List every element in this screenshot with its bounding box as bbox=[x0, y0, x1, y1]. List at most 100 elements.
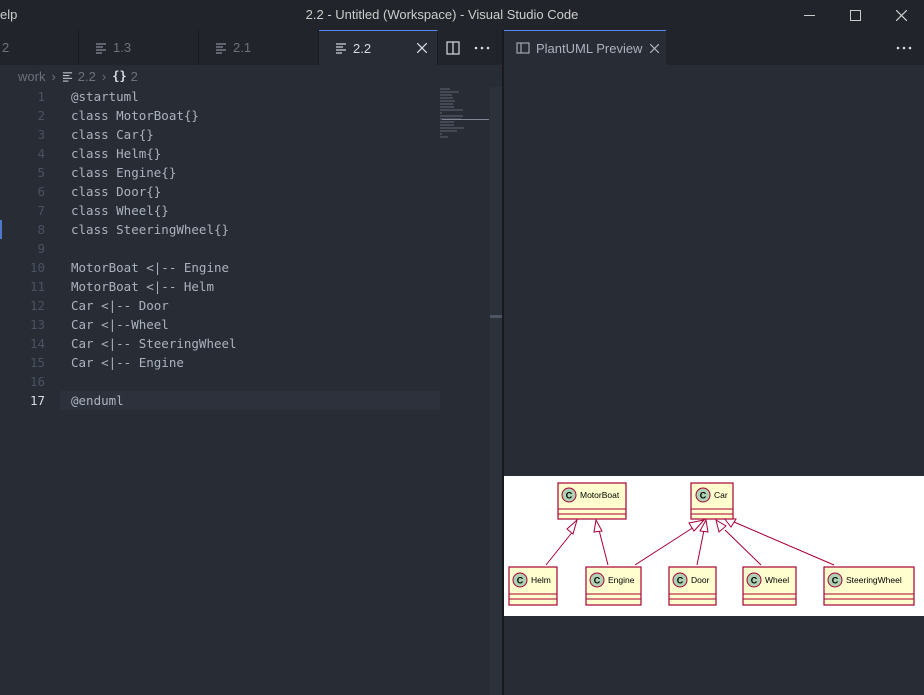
edge-wheel-car bbox=[724, 529, 762, 566]
uml-class-wheel: C Wheel bbox=[742, 566, 797, 606]
line-number: 6 bbox=[37, 184, 45, 199]
edge-engine-car bbox=[634, 526, 695, 566]
line-number: 13 bbox=[29, 317, 45, 332]
lines-file-icon bbox=[96, 42, 106, 54]
uml-class-helm: C Helm bbox=[508, 566, 558, 606]
arrowhead-helm bbox=[566, 518, 578, 535]
tab-1-3[interactable]: 1.3 bbox=[79, 30, 199, 65]
uml-class-door: C Door bbox=[668, 566, 717, 606]
close-tab-button[interactable] bbox=[650, 41, 660, 56]
edge-door-car bbox=[696, 529, 705, 566]
tab-2[interactable]: 2 bbox=[0, 30, 79, 65]
line-number: 16 bbox=[29, 374, 45, 389]
tab-label: 1.3 bbox=[113, 40, 132, 55]
line-number: 12 bbox=[29, 298, 45, 313]
edge-engine-motorboat bbox=[598, 529, 609, 566]
close-icon bbox=[895, 9, 907, 21]
chevron-right-icon: › bbox=[51, 68, 56, 84]
uml-diagram-svg: C MotorBoat C Car C Helm C Engine C Door… bbox=[508, 482, 915, 606]
editor-actions bbox=[442, 30, 502, 65]
more-actions-icon[interactable] bbox=[474, 41, 490, 55]
tab-label: 2 bbox=[2, 40, 10, 55]
tab-label: 2.2 bbox=[353, 40, 372, 56]
maximize-button[interactable] bbox=[832, 0, 878, 30]
minimap-line bbox=[440, 91, 459, 93]
line-number: 3 bbox=[37, 127, 45, 142]
minimize-icon bbox=[803, 14, 815, 16]
line-number: 7 bbox=[37, 203, 45, 218]
minimap[interactable] bbox=[440, 87, 490, 138]
minimap-line bbox=[440, 109, 464, 111]
close-window-button[interactable] bbox=[878, 0, 924, 30]
code-line[interactable]: @startuml bbox=[60, 87, 440, 106]
code-line[interactable]: class Engine{} bbox=[60, 163, 440, 182]
code-line[interactable]: class Helm{} bbox=[60, 144, 440, 163]
code-line[interactable]: MotorBoat <|-- Helm bbox=[60, 277, 440, 296]
vertical-scrollbar[interactable] bbox=[490, 87, 502, 695]
code-line[interactable]: class SteeringWheel{} bbox=[60, 220, 440, 239]
breadcrumb-symbol[interactable]: 2 bbox=[131, 69, 138, 84]
breadcrumb: work › 2.2 › {} 2 bbox=[0, 65, 502, 87]
tab-2-2[interactable]: 2.2 bbox=[319, 30, 438, 65]
tab-label: PlantUML Preview bbox=[536, 40, 643, 56]
code-line[interactable] bbox=[60, 239, 440, 258]
code-line[interactable]: class Door{} bbox=[60, 182, 440, 201]
minimap-line bbox=[440, 88, 450, 90]
code-line[interactable]: Car <|--Wheel bbox=[60, 315, 440, 334]
line-number: 15 bbox=[29, 355, 45, 370]
line-number-gutter: 1 2 3 4 5 6 7 8 9 10 11 12 13 14 15 16 17 bbox=[0, 87, 60, 695]
preview-more-actions-button[interactable] bbox=[884, 30, 924, 65]
code-line[interactable]: Car <|-- Door bbox=[60, 296, 440, 315]
minimap-viewport[interactable] bbox=[442, 119, 489, 120]
breadcrumb-file[interactable]: 2.2 bbox=[78, 69, 96, 84]
minimap-line bbox=[440, 112, 442, 114]
uml-edges bbox=[545, 521, 835, 566]
line-number: 4 bbox=[37, 146, 45, 161]
code-line[interactable]: @enduml bbox=[60, 391, 440, 410]
code-line[interactable] bbox=[60, 372, 440, 391]
split-editor-icon[interactable] bbox=[446, 40, 460, 55]
uml-class-car: C Car bbox=[690, 482, 734, 520]
class-marker-letter: C bbox=[700, 491, 707, 501]
code-line[interactable]: MotorBoat <|-- Engine bbox=[60, 258, 440, 277]
code-editor[interactable]: 1 2 3 4 5 6 7 8 9 10 11 12 13 14 15 16 17 @startuml class… bbox=[0, 87, 502, 695]
code-line[interactable]: Car <|-- Engine bbox=[60, 353, 440, 372]
line-number: 8 bbox=[37, 222, 45, 237]
minimap-line bbox=[440, 106, 455, 108]
class-name: Door bbox=[691, 575, 710, 585]
breadcrumb-folder[interactable]: work bbox=[18, 69, 45, 84]
close-tab-button[interactable] bbox=[416, 40, 428, 56]
line-number: 14 bbox=[29, 336, 45, 351]
minimap-line bbox=[440, 133, 442, 135]
class-marker-letter: C bbox=[566, 491, 573, 501]
minimap-line bbox=[440, 103, 454, 105]
class-name: Engine bbox=[608, 575, 635, 585]
code-area[interactable]: @startuml class MotorBoat{} class Car{} cla… bbox=[60, 87, 440, 410]
class-marker-letter: C bbox=[677, 576, 684, 586]
code-line[interactable]: class Wheel{} bbox=[60, 201, 440, 220]
code-line[interactable]: class MotorBoat{} bbox=[60, 106, 440, 125]
class-name: Wheel bbox=[765, 575, 789, 585]
minimize-button[interactable] bbox=[786, 0, 832, 30]
minimap-line bbox=[440, 115, 464, 117]
code-line[interactable]: Car <|-- SteeringWheel bbox=[60, 334, 440, 353]
class-marker-letter: C bbox=[751, 576, 758, 586]
lines-file-icon bbox=[62, 71, 72, 82]
tab-label: 2.1 bbox=[233, 40, 252, 55]
tab-2-1[interactable]: 2.1 bbox=[199, 30, 319, 65]
uml-class-steeringwheel: C SteeringWheel bbox=[823, 566, 915, 606]
preview-icon bbox=[516, 42, 530, 54]
line-number: 5 bbox=[37, 165, 45, 180]
lines-file-icon bbox=[336, 43, 346, 54]
minimap-line bbox=[440, 130, 457, 132]
maximize-icon bbox=[849, 9, 861, 21]
arrowhead-engine-mb bbox=[593, 518, 603, 533]
tab-plantuml-preview[interactable]: PlantUML Preview bbox=[504, 30, 666, 65]
class-name: Helm bbox=[531, 575, 551, 585]
uml-diagram: C MotorBoat C Car C Helm C Engine C Door… bbox=[504, 476, 924, 616]
edge-steeringwheel-car bbox=[733, 521, 835, 566]
scrollbar-thumb[interactable] bbox=[490, 315, 502, 318]
code-line[interactable]: class Car{} bbox=[60, 125, 440, 144]
class-name: SteeringWheel bbox=[846, 575, 902, 585]
line-number: 9 bbox=[37, 241, 45, 256]
